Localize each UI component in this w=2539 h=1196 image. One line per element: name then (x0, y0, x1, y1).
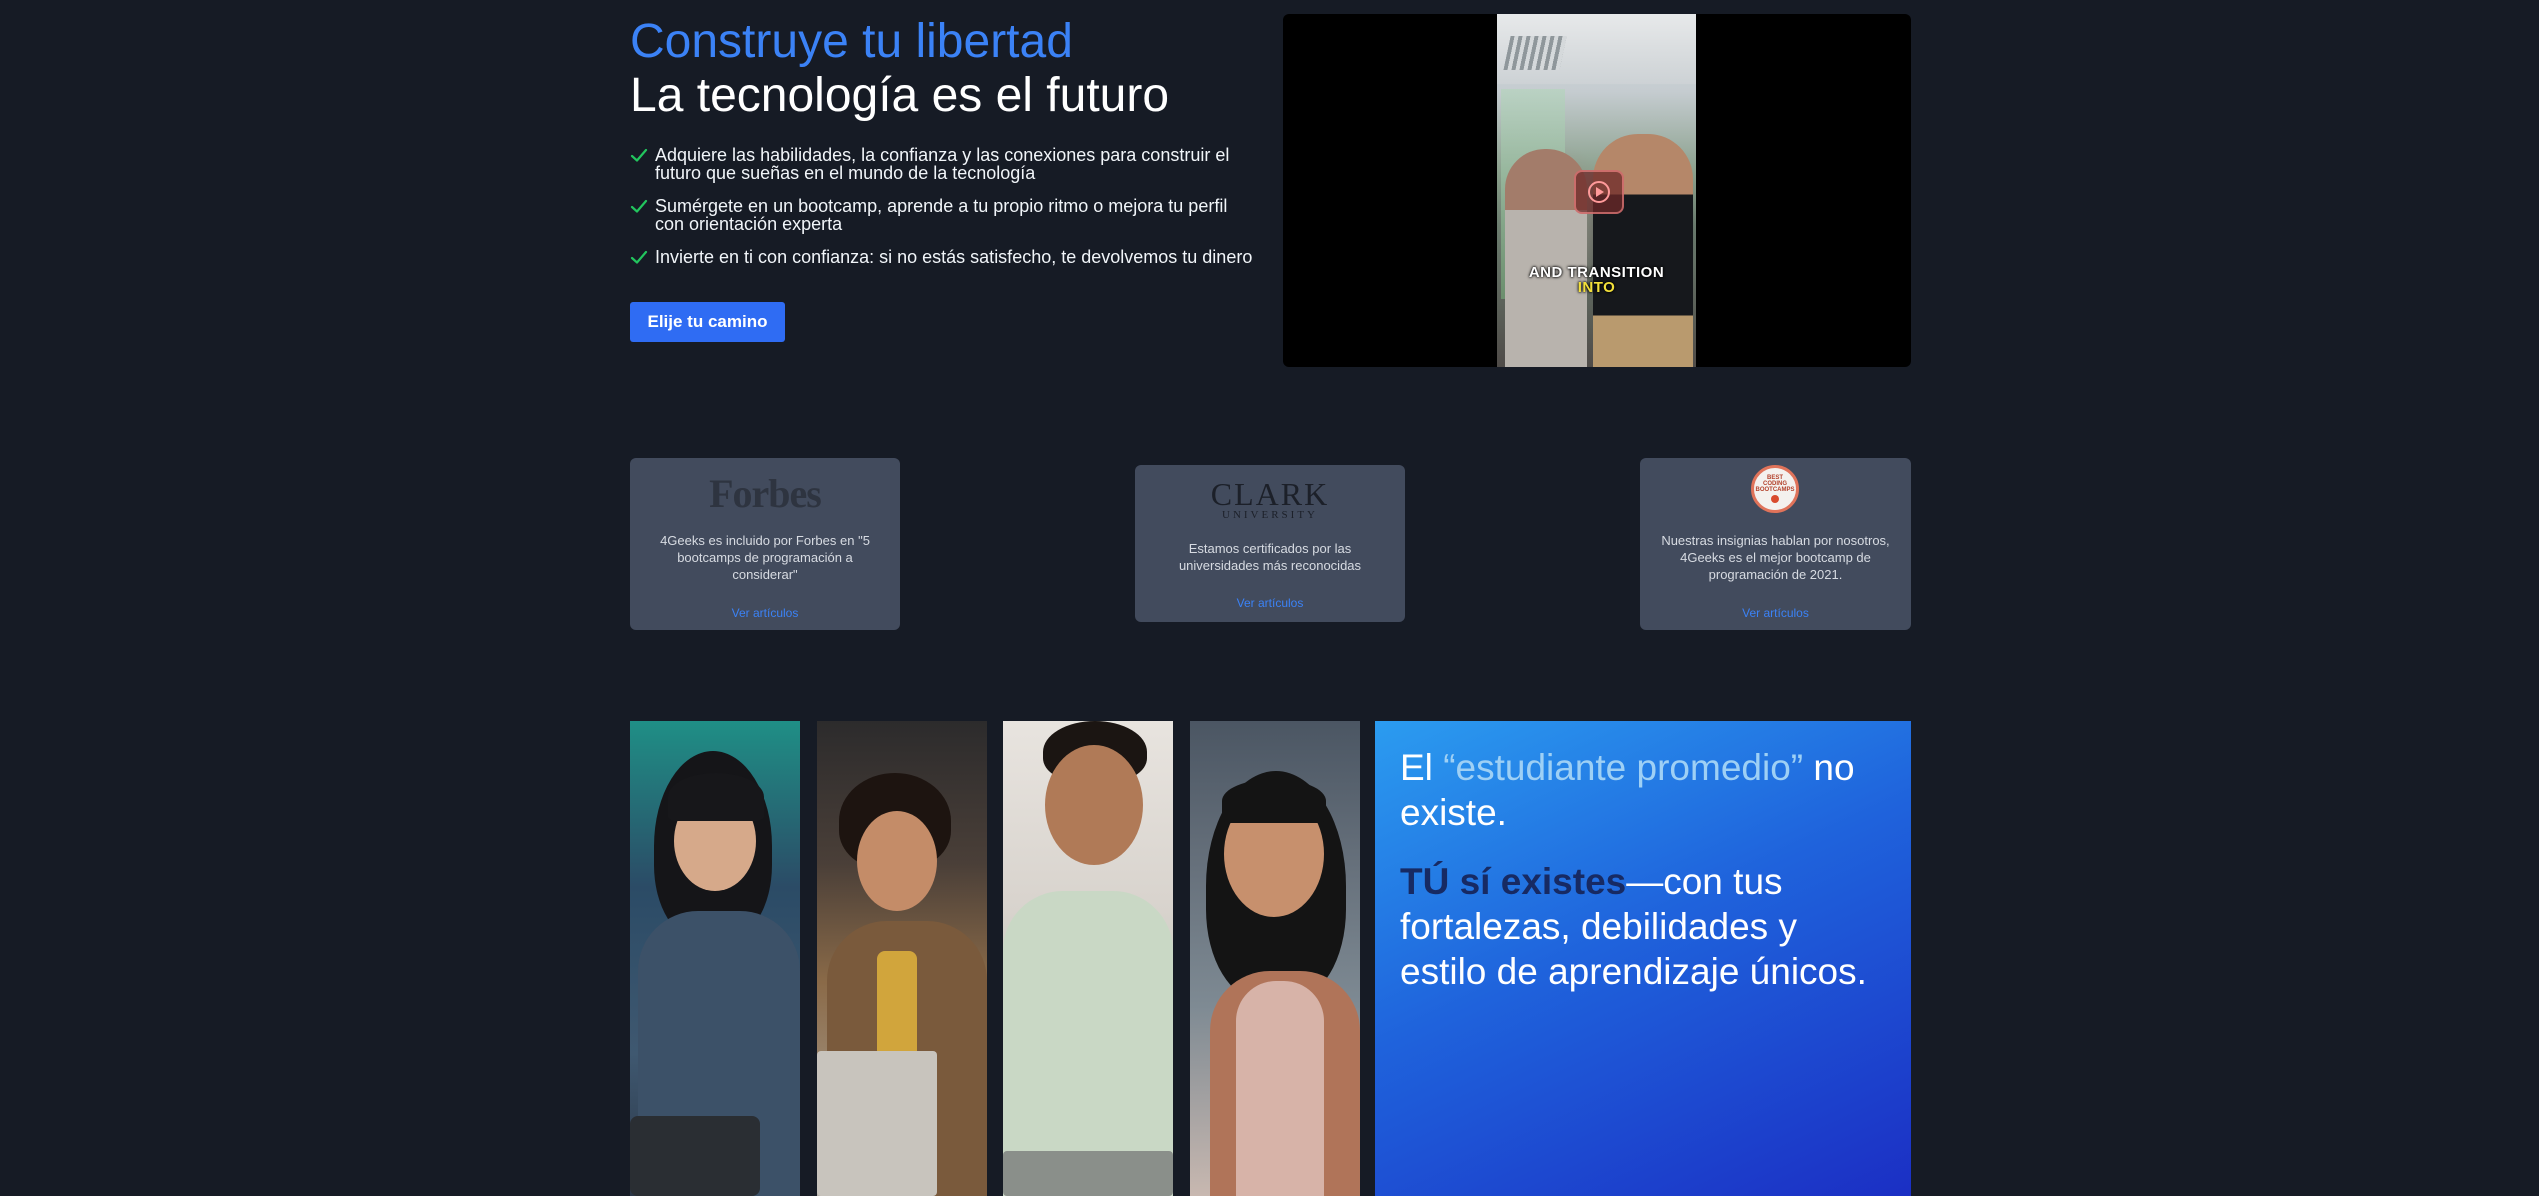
promo-highlight-you-exist: TÚ sí existes (1400, 861, 1627, 902)
benefit-list: Adquiere las habilidades, la confianza y… (630, 146, 1260, 283)
view-articles-link[interactable]: Ver artículos (1640, 606, 1911, 620)
play-icon[interactable] (1574, 170, 1624, 214)
video-ceiling (1497, 14, 1696, 84)
check-icon (630, 146, 654, 166)
benefit-item: Invierte en ti con confianza: si no está… (630, 248, 1260, 268)
recognition-description: Nuestras insignias hablan por nosotros, … (1661, 533, 1890, 582)
student-photo (1003, 721, 1173, 1196)
check-icon (630, 248, 654, 268)
video-player[interactable]: AND TRANSITION INTO (1283, 14, 1911, 367)
benefit-item: Adquiere las habilidades, la confianza y… (630, 146, 1260, 182)
video-caption-line2: INTO (1577, 279, 1616, 296)
benefit-text: Invierte en ti con confianza: si no está… (655, 247, 1253, 267)
recognition-card-badge: BEST CODING BOOTCAMPS Nuestras insignias… (1640, 458, 1911, 630)
benefit-item: Sumérgete en un bootcamp, aprende a tu p… (630, 197, 1260, 233)
promo-panel: El “estudiante promedio” no existe. TÚ s… (1375, 721, 1911, 1196)
promo-heading: El “estudiante promedio” no existe. (1400, 747, 1855, 833)
hero-title-accent: Construye tu libertad (630, 15, 1073, 68)
clark-university-logo: CLARK UNIVERSITY (1210, 476, 1330, 521)
view-articles-link[interactable]: Ver artículos (1135, 596, 1405, 610)
check-icon (630, 197, 654, 217)
student-photo (817, 721, 987, 1196)
recognition-card-forbes: Forbes 4Geeks es incluido por Forbes en … (630, 458, 900, 630)
best-bootcamp-badge-icon: BEST CODING BOOTCAMPS (1751, 465, 1799, 513)
video-person-right (1593, 134, 1693, 367)
benefit-text: Adquiere las habilidades, la confianza y… (655, 145, 1230, 183)
student-photo (1190, 721, 1360, 1196)
student-photo (630, 721, 800, 1196)
promo-subheading: TÚ sí existes—con tus fortalezas, debili… (1400, 861, 1867, 992)
forbes-logo: Forbes (709, 471, 822, 516)
choose-path-button[interactable]: Elije tu camino (630, 302, 785, 342)
view-articles-link[interactable]: Ver artículos (630, 606, 900, 620)
recognition-description: Estamos certificados por las universidad… (1178, 541, 1362, 573)
recognition-description: 4Geeks es incluido por Forbes en "5 boot… (660, 533, 870, 582)
video-thumbnail[interactable]: AND TRANSITION INTO (1497, 14, 1696, 367)
hero-title: La tecnología es el futuro (630, 69, 1170, 122)
recognition-card-clark: CLARK UNIVERSITY Estamos certificados po… (1135, 465, 1405, 622)
benefit-text: Sumérgete en un bootcamp, aprende a tu p… (655, 196, 1228, 234)
promo-highlight-average-student: “estudiante promedio” (1443, 747, 1804, 788)
